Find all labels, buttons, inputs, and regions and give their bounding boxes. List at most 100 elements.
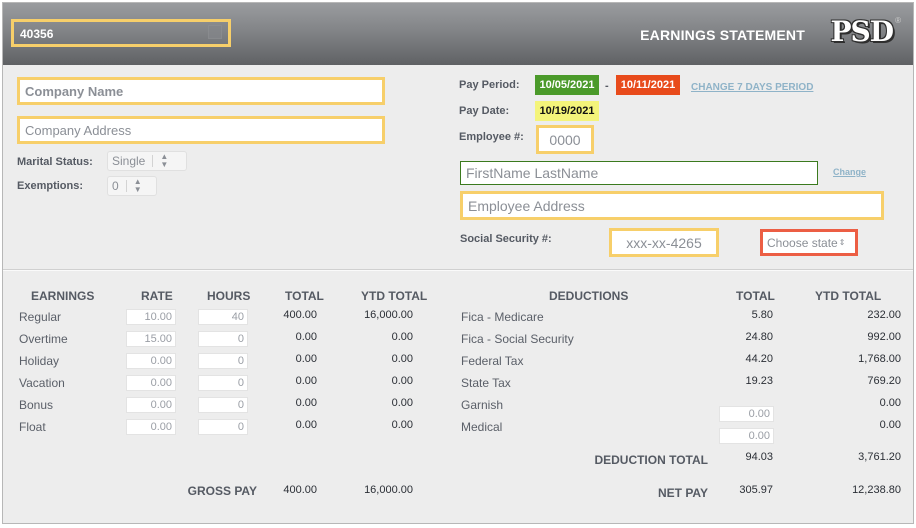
gross-pay-label: GROSS PAY: [187, 484, 257, 498]
earnings-total: 0.00: [295, 419, 317, 431]
deduction-total: 24.80: [745, 331, 773, 343]
psd-logo: PSD: [830, 15, 894, 48]
net-pay-ytd: 12,238.80: [852, 484, 901, 496]
pay-period-separator: -: [605, 80, 609, 92]
rate-header: RATE: [141, 289, 173, 303]
earnings-type: Holiday: [19, 354, 60, 368]
document-number: 40356: [20, 27, 54, 41]
deduction-ytd: 0.00: [879, 419, 901, 431]
deduction-type: Medical: [461, 420, 503, 434]
deduction-total-header: TOTAL: [736, 289, 775, 303]
rate-input[interactable]: 0.00: [126, 375, 176, 391]
company-address-input[interactable]: Company Address: [17, 116, 385, 144]
company-name-input[interactable]: Company Name: [17, 77, 385, 105]
employee-name-input[interactable]: FirstName LastName: [460, 161, 818, 185]
hours-input[interactable]: 0: [198, 353, 248, 369]
pay-date-value[interactable]: 10/19/2021: [535, 101, 599, 121]
deduction-type: Fica - Medicare: [461, 310, 544, 324]
updown-arrows-icon: ▲ ▼: [133, 177, 142, 194]
employee-number-value: 0000: [549, 131, 581, 148]
ssn-input[interactable]: xxx-xx-4265: [609, 228, 719, 257]
pay-period-end-date[interactable]: 10/11/2021: [616, 75, 680, 95]
change-employee-link[interactable]: Change: [833, 167, 866, 177]
hours-input[interactable]: 40: [198, 309, 248, 325]
earnings-ytd: 0.00: [391, 331, 413, 343]
deduction-total-ytd: 3,761.20: [858, 451, 901, 463]
exemptions-label: Exemptions:: [17, 180, 84, 192]
document-number-field[interactable]: 40356: [11, 19, 231, 47]
earnings-ytd: 16,000.00: [364, 309, 413, 321]
earnings-total: 0.00: [295, 397, 317, 409]
rate-input[interactable]: 0.00: [126, 353, 176, 369]
ssn-value: xxx-xx-4265: [626, 234, 702, 251]
select-divider: [152, 155, 154, 167]
updown-arrows-icon: ⇕: [838, 238, 846, 247]
rate-input[interactable]: 10.00: [126, 309, 176, 325]
deduction-ytd: 992.00: [867, 331, 901, 343]
deduction-ytd: 1,768.00: [858, 353, 901, 365]
earnings-type: Float: [19, 420, 46, 434]
pay-date-label: Pay Date:: [459, 105, 510, 117]
earnings-total: 0.00: [295, 331, 317, 343]
deduction-total-input[interactable]: 0.00: [719, 406, 774, 422]
employee-address-placeholder: Employee Address: [468, 197, 585, 214]
registered-mark: ®: [895, 16, 901, 25]
deduction-ytd: 232.00: [867, 309, 901, 321]
earnings-type: Overtime: [19, 332, 68, 346]
deduction-total: 44.20: [745, 353, 773, 365]
hours-input[interactable]: 0: [198, 331, 248, 347]
state-select[interactable]: Choose state ⇕: [760, 229, 858, 256]
deduction-total: 19.23: [745, 375, 773, 387]
rate-input[interactable]: 0.00: [126, 419, 176, 435]
earnings-type: Vacation: [19, 376, 65, 390]
hours-input[interactable]: 0: [198, 419, 248, 435]
employee-address-input[interactable]: Employee Address: [460, 191, 884, 220]
updown-arrows-icon: ▲ ▼: [160, 152, 169, 169]
employee-number-input[interactable]: 0000: [536, 125, 594, 154]
company-name-placeholder: Company Name: [25, 83, 124, 99]
hours-header: HOURS: [207, 289, 251, 303]
autofill-icon: [208, 25, 222, 39]
earnings-total: 400.00: [283, 309, 317, 321]
earnings-total: 0.00: [295, 375, 317, 387]
hours-input[interactable]: 0: [198, 375, 248, 391]
earnings-ytd: 0.00: [391, 375, 413, 387]
section-divider: [3, 269, 913, 271]
rate-input[interactable]: 0.00: [126, 397, 176, 413]
exemptions-value: 0: [112, 179, 119, 193]
net-pay-value: 305.97: [739, 484, 773, 496]
earnings-ytd: 0.00: [391, 353, 413, 365]
exemptions-select[interactable]: 0 ▲ ▼: [107, 176, 157, 196]
employee-number-label: Employee #:: [459, 131, 524, 143]
marital-status-label: Marital Status:: [17, 156, 93, 168]
total-header: TOTAL: [285, 289, 324, 303]
pay-period-label: Pay Period:: [459, 79, 520, 91]
deduction-total-value: 94.03: [745, 451, 773, 463]
deduction-type: Garnish: [461, 398, 504, 412]
pay-period-start-date[interactable]: 10/05/2021: [535, 75, 599, 95]
deduction-total-label: DEDUCTION TOTAL: [594, 453, 708, 467]
earnings-header: EARNINGS: [31, 289, 95, 303]
earnings-ytd: 0.00: [391, 419, 413, 431]
deduction-type: Federal Tax: [461, 354, 524, 368]
deduction-ytd: 769.20: [867, 375, 901, 387]
earnings-statement-form: 40356 EARNINGS STATEMENT PSD ® Company N…: [2, 2, 914, 524]
net-pay-label: NET PAY: [657, 486, 708, 500]
rate-input[interactable]: 15.00: [126, 331, 176, 347]
marital-status-select[interactable]: Single ▲ ▼: [107, 151, 187, 171]
ytd-total-header: YTD TOTAL: [361, 289, 428, 303]
select-divider: [125, 180, 127, 192]
hours-input[interactable]: 0: [198, 397, 248, 413]
deduction-total-input[interactable]: 0.00: [719, 428, 774, 444]
ssn-label: Social Security #:: [460, 233, 552, 245]
change-period-link[interactable]: CHANGE 7 DAYS PERIOD: [691, 82, 813, 93]
deduction-type: Fica - Social Security: [461, 332, 574, 346]
earnings-type: Regular: [19, 310, 62, 324]
deduction-total: 5.80: [751, 309, 773, 321]
header-bar: 40356 EARNINGS STATEMENT PSD ®: [3, 3, 913, 65]
deduction-ytd: 0.00: [879, 397, 901, 409]
gross-pay-total: 400.00: [283, 484, 317, 496]
employee-name-placeholder: FirstName LastName: [466, 165, 599, 181]
gross-pay-ytd: 16,000.00: [364, 484, 413, 496]
earnings-type: Bonus: [19, 398, 54, 412]
